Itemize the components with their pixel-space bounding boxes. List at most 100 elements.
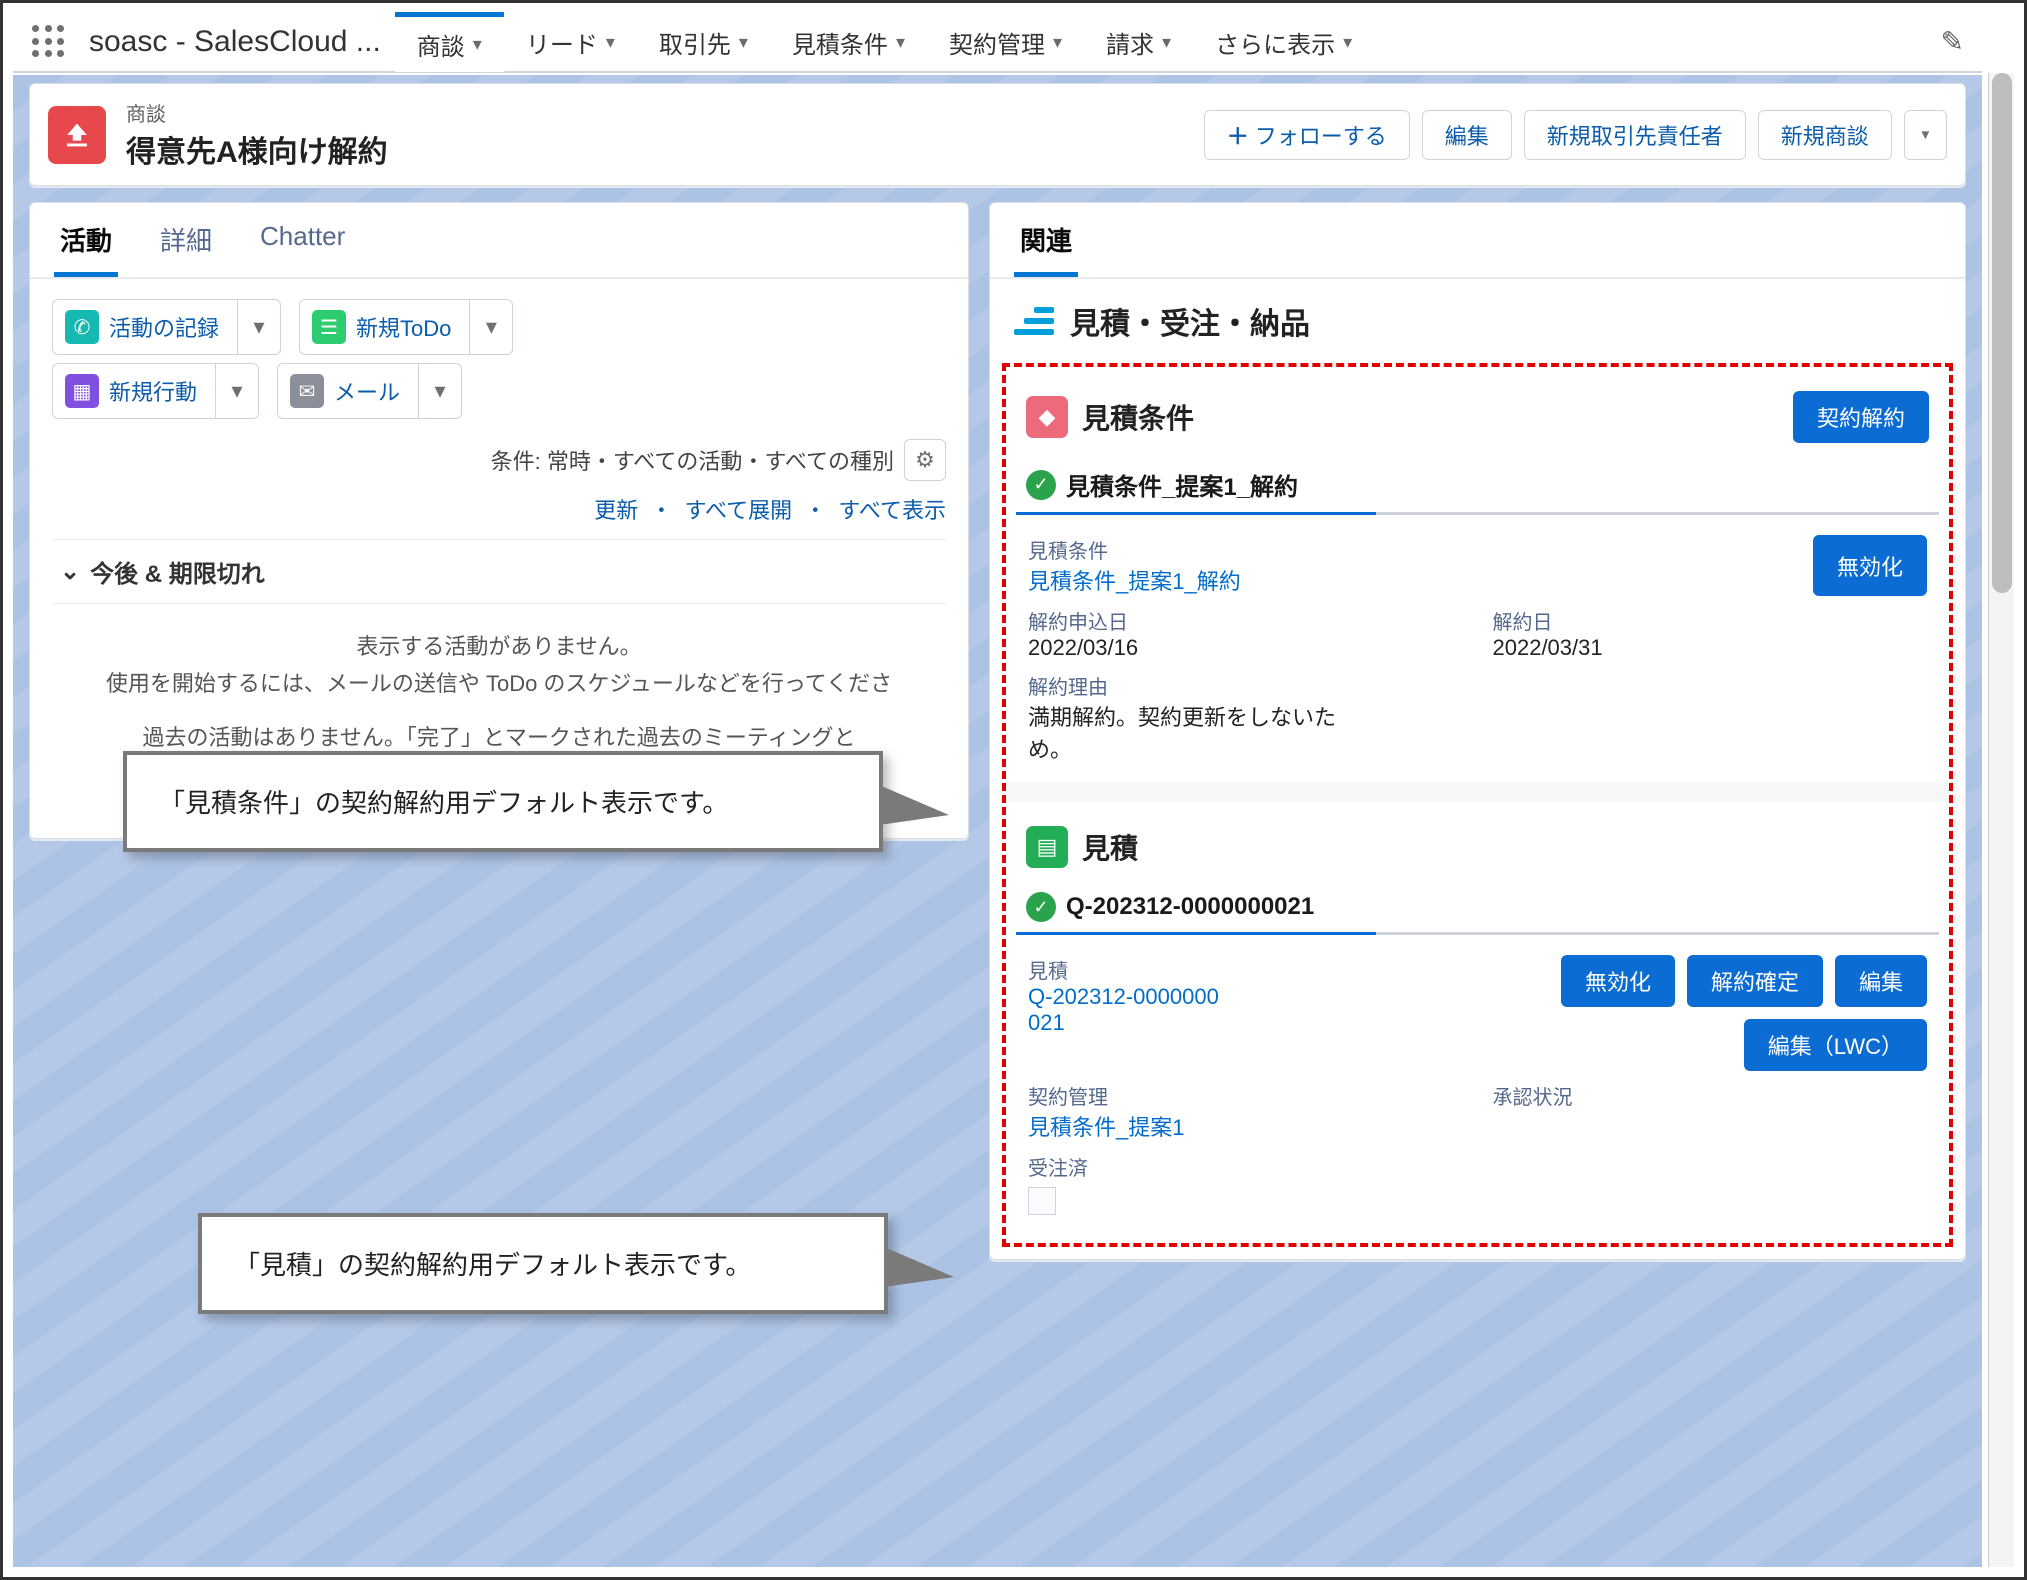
- app-launcher[interactable]: [25, 18, 73, 66]
- q-link[interactable]: Q-202312-0000000021: [1028, 984, 1228, 1036]
- calendar-icon: ▦: [65, 374, 99, 408]
- approval-label: 承認状況: [1493, 1081, 1928, 1110]
- cancel-apply-val: 2022/03/16: [1028, 635, 1463, 661]
- nav-tab-quote-condition[interactable]: 見積条件 ▾: [770, 12, 927, 72]
- upcoming-section-header[interactable]: ⌄ 今後 & 期限切れ: [52, 539, 946, 604]
- expand-all-link[interactable]: すべて展開: [685, 498, 793, 523]
- quote-item-title: Q-202312-0000000021: [1066, 893, 1314, 921]
- section-title: 見積・受注・納品: [1070, 299, 1310, 343]
- chevron-down-icon[interactable]: ▾: [739, 32, 748, 53]
- edit-nav-icon[interactable]: ✎: [1941, 25, 1964, 58]
- empty-line1: 表示する活動がありません。: [68, 628, 930, 665]
- edit-button[interactable]: 編集: [1422, 110, 1512, 160]
- contract-cancel-button[interactable]: 契約解約: [1793, 391, 1929, 443]
- follow-button[interactable]: ＋フォローする: [1204, 110, 1410, 160]
- scrollbar[interactable]: [1988, 73, 2014, 1567]
- ordered-checkbox[interactable]: [1028, 1187, 1056, 1215]
- section-header: 見積・受注・納品: [990, 279, 1965, 363]
- mail-icon: ✉: [290, 374, 324, 408]
- new-contact-button[interactable]: 新規取引先責任者: [1524, 110, 1746, 160]
- q-label: 見積: [1028, 955, 1463, 984]
- qc-item-header[interactable]: ✓ 見積条件_提案1_解約: [1016, 457, 1939, 515]
- scrollbar-thumb[interactable]: [1992, 73, 2012, 593]
- nav-tab-label: 取引先: [659, 25, 731, 60]
- qc-item-title: 見積条件_提案1_解約: [1066, 467, 1298, 502]
- nav-tab-account[interactable]: 取引先 ▾: [637, 12, 770, 72]
- nav-tab-opportunity[interactable]: 商談 ▾: [395, 12, 504, 72]
- log-activity-button[interactable]: ✆ 活動の記録 ▾: [52, 299, 281, 355]
- cancel-reason-label: 解約理由: [1028, 671, 1463, 700]
- filter-label: 条件: 常時・すべての活動・すべての種別: [491, 444, 894, 476]
- tab-details[interactable]: 詳細: [154, 221, 218, 277]
- nav-tab-label: リード: [526, 25, 598, 60]
- new-opportunity-button[interactable]: 新規商談: [1758, 110, 1892, 160]
- waffle-icon: [32, 25, 66, 59]
- log-label: 活動の記録: [109, 311, 219, 343]
- cancel-reason-val: 満期解約。契約更新をしないため。: [1028, 700, 1348, 764]
- record-title: 得意先A様向け解約: [126, 127, 388, 171]
- chevron-down-icon[interactable]: ▾: [1053, 32, 1062, 53]
- contract-link[interactable]: 見積条件_提案1: [1028, 1110, 1463, 1142]
- new-todo-button[interactable]: ☰新規ToDo ▾: [299, 299, 513, 355]
- dropdown-toggle[interactable]: ▾: [418, 363, 462, 419]
- phone-icon: ✆: [65, 310, 99, 344]
- edit-lwc-button[interactable]: 編集（LWC）: [1744, 1019, 1927, 1071]
- nav-tab-billing[interactable]: 請求 ▾: [1084, 12, 1193, 72]
- nav-tab-lead[interactable]: リード ▾: [504, 12, 637, 72]
- upcoming-title: 今後 & 期限切れ: [90, 554, 265, 589]
- mail-button[interactable]: ✉ メール ▾: [277, 363, 462, 419]
- annotation-callout-1: 「見積条件」の契約解約用デフォルト表示です。: [123, 751, 883, 852]
- quote-item-header[interactable]: ✓ Q-202312-0000000021: [1016, 882, 1939, 935]
- nav-tab-label: 請求: [1106, 25, 1154, 60]
- chevron-down-icon[interactable]: ▾: [896, 32, 905, 53]
- activity-links: 更新 ・ すべて展開 ・ すべて表示: [52, 493, 946, 539]
- edit-button[interactable]: 編集: [1835, 955, 1927, 1007]
- annotation-callout-2: 「見積」の契約解約用デフォルト表示です。: [198, 1213, 888, 1314]
- opportunity-icon: [48, 106, 106, 164]
- nav-tab-label: 商談: [417, 27, 465, 62]
- show-all-link[interactable]: すべて表示: [838, 498, 946, 523]
- mail-label: メール: [334, 375, 400, 407]
- dropdown-toggle[interactable]: ▾: [469, 299, 513, 355]
- invalidate-button[interactable]: 無効化: [1813, 535, 1927, 596]
- annotation-text: 「見積」の契約解約用デフォルト表示です。: [234, 1250, 751, 1280]
- quote-icon: ▤: [1026, 826, 1068, 868]
- section-icon: [1014, 307, 1054, 335]
- record-object-label: 商談: [126, 98, 388, 127]
- confirm-cancel-button[interactable]: 解約確定: [1687, 955, 1823, 1007]
- event-label: 新規行動: [109, 375, 197, 407]
- cancel-date-label: 解約日: [1493, 606, 1928, 635]
- follow-label: フォローする: [1255, 124, 1387, 149]
- invalidate-button[interactable]: 無効化: [1561, 955, 1675, 1007]
- new-event-button[interactable]: ▦ 新規行動 ▾: [52, 363, 259, 419]
- dropdown-toggle[interactable]: ▾: [237, 299, 281, 355]
- related-card: 関連 見積・受注・納品 ◆ 見積条件 契約解約: [989, 202, 1966, 1260]
- left-tabs: 活動 詳細 Chatter: [30, 203, 968, 279]
- qc-link[interactable]: 見積条件_提案1_解約: [1028, 564, 1463, 596]
- quote-condition-header: ◆ 見積条件 契約解約: [1016, 377, 1939, 457]
- contract-label: 契約管理: [1028, 1081, 1463, 1110]
- check-icon: ✓: [1026, 470, 1056, 500]
- qc-label: 見積条件: [1028, 535, 1463, 564]
- todo-label: 新規ToDo: [356, 311, 451, 343]
- dropdown-toggle[interactable]: ▾: [215, 363, 259, 419]
- tab-activity[interactable]: 活動: [54, 221, 118, 277]
- chevron-down-icon[interactable]: ▾: [1162, 32, 1171, 53]
- filter-settings-button[interactable]: ⚙: [904, 439, 946, 481]
- nav-tab-label: さらに表示: [1215, 25, 1335, 60]
- nav-tab-contract[interactable]: 契約管理 ▾: [927, 12, 1084, 72]
- refresh-link[interactable]: 更新: [594, 498, 638, 523]
- more-actions-button[interactable]: ▼: [1904, 110, 1947, 160]
- quote-condition-title: 見積条件: [1082, 397, 1194, 437]
- chevron-down-icon[interactable]: ▾: [606, 32, 615, 53]
- nav-tab-more[interactable]: さらに表示 ▾: [1193, 12, 1374, 72]
- cancel-date-val: 2022/03/31: [1493, 635, 1928, 661]
- chevron-down-icon[interactable]: ▾: [473, 34, 482, 55]
- empty-line2: 使用を開始するには、メールの送信や ToDo のスケジュールなどを行ってくださ: [68, 665, 930, 702]
- chevron-down-icon[interactable]: ▾: [1343, 32, 1352, 53]
- highlighted-region: ◆ 見積条件 契約解約 ✓ 見積条件_提案1_解約 見積条件: [1002, 363, 1953, 1247]
- cancel-apply-label: 解約申込日: [1028, 606, 1463, 635]
- tab-chatter[interactable]: Chatter: [254, 221, 351, 277]
- tab-related[interactable]: 関連: [1014, 221, 1078, 277]
- record-header: 商談 得意先A様向け解約 ＋フォローする 編集 新規取引先責任者 新規商談 ▼: [29, 83, 1966, 186]
